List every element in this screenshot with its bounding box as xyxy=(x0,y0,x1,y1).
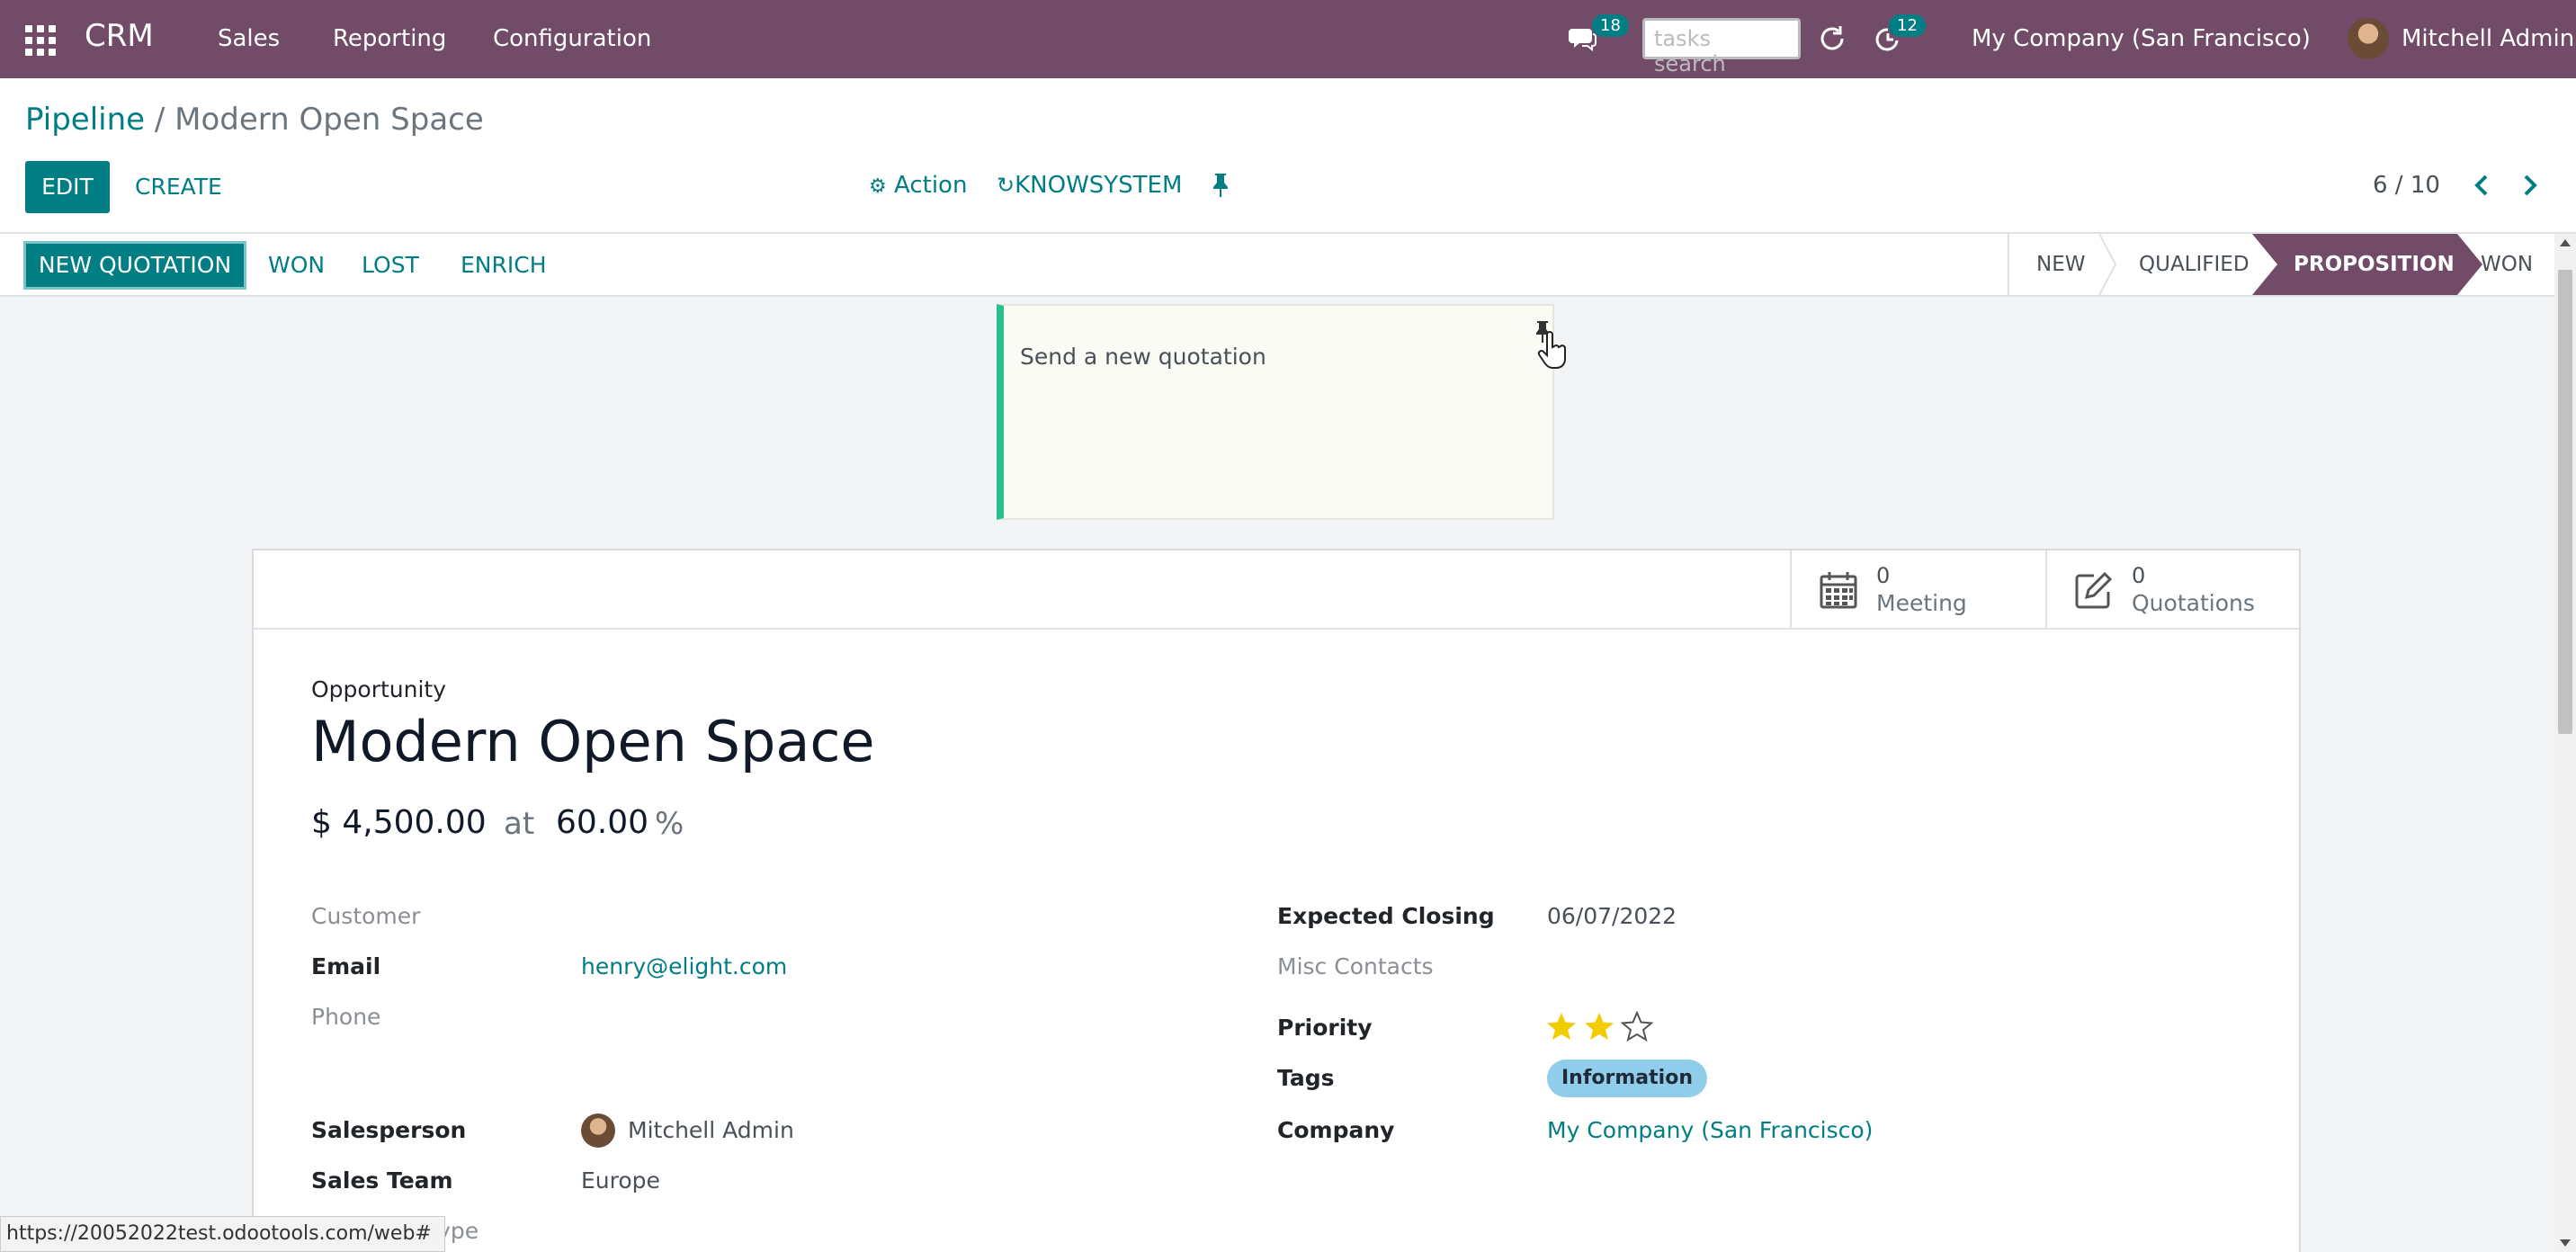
note-card: Send a new quotation xyxy=(997,304,1566,520)
enrich-button[interactable]: ENRICH xyxy=(461,252,547,278)
company-label: Company xyxy=(1277,1117,1395,1143)
record-title: Modern Open Space xyxy=(311,709,875,774)
new-quotation-button[interactable]: NEW QUOTATION xyxy=(23,241,246,290)
breadcrumb-current: Modern Open Space xyxy=(174,102,484,138)
expected-revenue: $ 4,500.00 xyxy=(311,804,487,841)
company-value[interactable]: My Company (San Francisco) xyxy=(1547,1117,1873,1143)
hand-cursor-icon xyxy=(1537,331,1566,369)
user-menu[interactable]: Mitchell Admin xyxy=(2402,25,2574,52)
phone-label: Phone xyxy=(311,1004,381,1030)
meeting-label: Meeting xyxy=(1876,590,1967,616)
edit-button[interactable]: EDIT xyxy=(25,161,110,213)
top-navbar: CRM Sales Reporting Configuration 18 tas… xyxy=(0,0,2576,78)
quotations-count: 0 xyxy=(2132,563,2146,588)
pin-icon[interactable] xyxy=(1211,172,1230,199)
note-text: Send a new quotation xyxy=(1020,344,1266,370)
priority-star-1-icon[interactable] xyxy=(1545,1011,1578,1042)
refresh-icon: ↻ xyxy=(997,173,1015,198)
stage-pipeline: NEW QUALIFIED PROPOSITION WON xyxy=(2008,234,2533,295)
knowsystem-label: KNOWSYSTEM xyxy=(1015,172,1183,199)
chat-count-badge: 18 xyxy=(1592,14,1629,37)
quotations-label: Quotations xyxy=(2132,590,2255,616)
scroll-down-arrow-icon[interactable] xyxy=(2560,1239,2571,1247)
meeting-smart-button[interactable]: 0 Meeting xyxy=(1790,550,2045,630)
gear-icon: ⚙ xyxy=(869,175,887,198)
pager-next-icon[interactable] xyxy=(2518,172,2542,199)
email-value[interactable]: henry@elight.com xyxy=(581,953,787,979)
stage-won[interactable]: WON xyxy=(2481,234,2533,295)
salesperson-value[interactable]: Mitchell Admin xyxy=(628,1117,794,1143)
meeting-count: 0 xyxy=(1876,563,1891,588)
smart-button-box: 0 Meeting 0 Quotations xyxy=(254,550,2299,630)
expected-closing-label: Expected Closing xyxy=(1277,903,1495,929)
action-label: Action xyxy=(894,172,968,199)
pencil-square-icon xyxy=(2075,571,2113,609)
priority-label: Priority xyxy=(1277,1015,1373,1041)
create-button[interactable]: CREATE xyxy=(135,174,222,200)
app-name[interactable]: CRM xyxy=(85,18,154,54)
scrollbar-thumb[interactable] xyxy=(2558,270,2572,734)
vertical-scrollbar[interactable] xyxy=(2554,234,2576,1252)
activity-count-badge: 12 xyxy=(1889,14,1926,37)
status-bar: NEW QUOTATION WON LOST ENRICH NEW QUALIF… xyxy=(0,234,2576,297)
pager-value[interactable]: 6 / 10 xyxy=(2373,172,2440,199)
misc-contacts-label: Misc Contacts xyxy=(1277,953,1434,979)
tasks-search-input[interactable]: tasks search xyxy=(1642,18,1801,76)
sales-team-value[interactable]: Europe xyxy=(581,1167,660,1194)
knowsystem-button[interactable]: ↻KNOWSYSTEM xyxy=(997,172,1182,199)
control-panel: Pipeline / Modern Open Space EDIT CREATE… xyxy=(0,78,2576,234)
stage-new[interactable]: NEW xyxy=(2036,234,2085,295)
status-url-tooltip: https://20052022test.odootools.com/web# xyxy=(0,1216,445,1252)
probability-value: 60.00 xyxy=(556,804,649,841)
breadcrumb-pipeline-link[interactable]: Pipeline xyxy=(25,102,145,138)
record-type-label: Opportunity xyxy=(311,676,447,702)
quotations-smart-button[interactable]: 0 Quotations xyxy=(2045,550,2301,630)
breadcrumb-separator: / xyxy=(154,102,165,138)
form-sheet: 0 Meeting 0 Quotations Opportunity Moder… xyxy=(252,549,2301,1252)
sync-icon[interactable] xyxy=(1817,23,1847,54)
expected-closing-value: 06/07/2022 xyxy=(1547,903,1677,929)
company-switcher[interactable]: My Company (San Francisco) xyxy=(1972,25,2311,52)
at-label: at xyxy=(504,806,535,842)
calendar-icon xyxy=(1820,572,1857,609)
tag-information[interactable]: Information xyxy=(1547,1060,1707,1097)
apps-grid-icon[interactable] xyxy=(25,25,56,56)
priority-star-2-icon[interactable] xyxy=(1583,1011,1615,1042)
won-button[interactable]: WON xyxy=(268,252,325,278)
stage-separator-icon xyxy=(2098,234,2117,295)
menu-reporting[interactable]: Reporting xyxy=(333,25,446,52)
breadcrumb: Pipeline / Modern Open Space xyxy=(25,102,484,138)
lost-button[interactable]: LOST xyxy=(362,252,419,278)
pager-previous-icon[interactable] xyxy=(2470,172,2493,199)
sales-team-label: Sales Team xyxy=(311,1167,453,1194)
percent-sign: % xyxy=(655,806,684,842)
stage-qualified[interactable]: QUALIFIED xyxy=(2139,234,2250,295)
user-avatar[interactable] xyxy=(2348,18,2389,59)
email-label: Email xyxy=(311,953,381,979)
scroll-up-arrow-icon[interactable] xyxy=(2560,239,2571,246)
salesperson-label: Salesperson xyxy=(311,1117,467,1143)
menu-configuration[interactable]: Configuration xyxy=(493,25,651,52)
tags-label: Tags xyxy=(1277,1065,1335,1091)
priority-star-3-icon[interactable] xyxy=(1621,1011,1653,1042)
action-menu-button[interactable]: ⚙ Action xyxy=(869,172,967,199)
salesperson-avatar xyxy=(581,1113,615,1148)
stage-proposition[interactable]: PROPOSITION xyxy=(2294,234,2455,295)
menu-sales[interactable]: Sales xyxy=(218,25,280,52)
customer-label: Customer xyxy=(311,903,421,929)
